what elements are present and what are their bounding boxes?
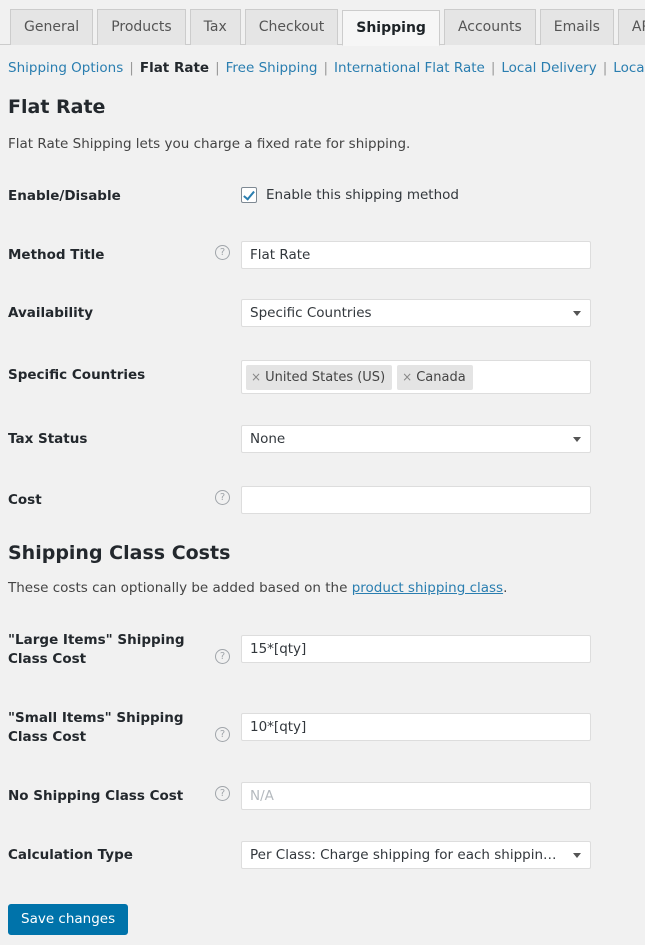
label-specific-countries: Specific Countries: [8, 367, 146, 383]
subnav-item-international-flat-rate[interactable]: International Flat Rate: [334, 60, 485, 76]
subnav-item-local-pickup[interactable]: Local Pickup: [613, 60, 645, 76]
help-icon[interactable]: ?: [215, 727, 230, 742]
subnav-separator: |: [490, 60, 496, 76]
label-tax-status: Tax Status: [8, 431, 88, 447]
subnav-item-flat-rate[interactable]: Flat Rate: [140, 60, 209, 76]
tab-api[interactable]: API: [617, 9, 645, 45]
chevron-down-icon: [573, 853, 581, 858]
enable-shipping-method-checkbox[interactable]: [241, 187, 257, 203]
label-cost: Cost: [8, 492, 42, 508]
remove-token-icon[interactable]: ×: [402, 370, 412, 384]
label-no-shipping-class-cost: No Shipping Class Cost: [8, 788, 184, 804]
label-calculation-type: Calculation Type: [8, 847, 133, 863]
subnav-separator: |: [323, 60, 329, 76]
chevron-down-icon: [573, 311, 581, 316]
small-items-class-cost-input[interactable]: [241, 713, 591, 741]
page-title: Flat Rate: [8, 96, 106, 118]
large-items-class-cost-input[interactable]: [241, 635, 591, 663]
no-shipping-class-cost-input[interactable]: [241, 782, 591, 810]
specific-countries-multiselect[interactable]: × United States (US) × Canada: [241, 360, 591, 394]
subnav-separator: |: [602, 60, 608, 76]
label-availability: Availability: [8, 305, 94, 321]
chevron-down-icon: [573, 437, 581, 442]
page-description: Flat Rate Shipping lets you charge a fix…: [8, 136, 411, 152]
tab-emails[interactable]: Emails: [539, 9, 614, 45]
shipping-subnav: Shipping Options | Flat Rate | Free Shipping…: [8, 58, 645, 82]
country-token-label: United States (US): [265, 370, 386, 385]
enable-checkbox-wrap[interactable]: Enable this shipping method: [241, 187, 459, 203]
save-changes-button[interactable]: Save changes: [8, 904, 129, 935]
tax-status-select-value: None: [250, 431, 286, 447]
tab-checkout[interactable]: Checkout: [244, 9, 339, 45]
help-icon[interactable]: ?: [215, 245, 230, 260]
subnav-item-local-delivery[interactable]: Local Delivery: [501, 60, 596, 76]
help-icon[interactable]: ?: [215, 490, 230, 505]
help-icon[interactable]: ?: [215, 786, 230, 801]
calculation-type-select-value: Per Class: Charge shipping for each ship…: [250, 847, 564, 863]
country-token[interactable]: × United States (US): [246, 365, 393, 390]
tax-status-select[interactable]: None: [241, 425, 591, 453]
tab-products[interactable]: Products: [97, 9, 186, 45]
country-token-label: Canada: [416, 370, 466, 385]
product-shipping-class-link[interactable]: product shipping class: [352, 580, 503, 596]
calculation-type-select[interactable]: Per Class: Charge shipping for each ship…: [241, 841, 591, 869]
label-small-items-class-cost: "Small Items" Shipping Class Cost: [8, 710, 184, 745]
enable-checkbox-label[interactable]: Enable this shipping method: [266, 187, 459, 203]
method-title-input[interactable]: [241, 241, 591, 269]
settings-tab-bar: General Products Tax Checkout Shipping Accoun…: [0, 0, 645, 46]
description-text-before: These costs can optionally be added base…: [8, 580, 352, 596]
tab-shipping[interactable]: Shipping: [342, 10, 440, 46]
label-enable-disable: Enable/Disable: [8, 188, 121, 204]
subnav-separator: |: [215, 60, 220, 76]
subnav-item-shipping-options[interactable]: Shipping Options: [8, 60, 123, 76]
shipping-class-costs-description: These costs can optionally be added base…: [8, 580, 507, 596]
subnav-item-free-shipping[interactable]: Free Shipping: [226, 60, 318, 76]
remove-token-icon[interactable]: ×: [251, 370, 261, 384]
description-text-after: .: [503, 580, 508, 596]
shipping-class-costs-title: Shipping Class Costs: [8, 542, 231, 564]
tab-tax[interactable]: Tax: [189, 9, 241, 45]
cost-input[interactable]: [241, 486, 591, 514]
tab-general[interactable]: General: [10, 9, 94, 45]
label-large-items-class-cost: "Large Items" Shipping Class Cost: [8, 632, 185, 667]
availability-select-value: Specific Countries: [250, 305, 372, 321]
label-method-title: Method Title: [8, 247, 105, 263]
tab-accounts[interactable]: Accounts: [443, 9, 536, 45]
help-icon[interactable]: ?: [215, 649, 230, 664]
country-token[interactable]: × Canada: [397, 365, 473, 390]
availability-select[interactable]: Specific Countries: [241, 299, 591, 327]
subnav-separator: |: [129, 60, 134, 76]
